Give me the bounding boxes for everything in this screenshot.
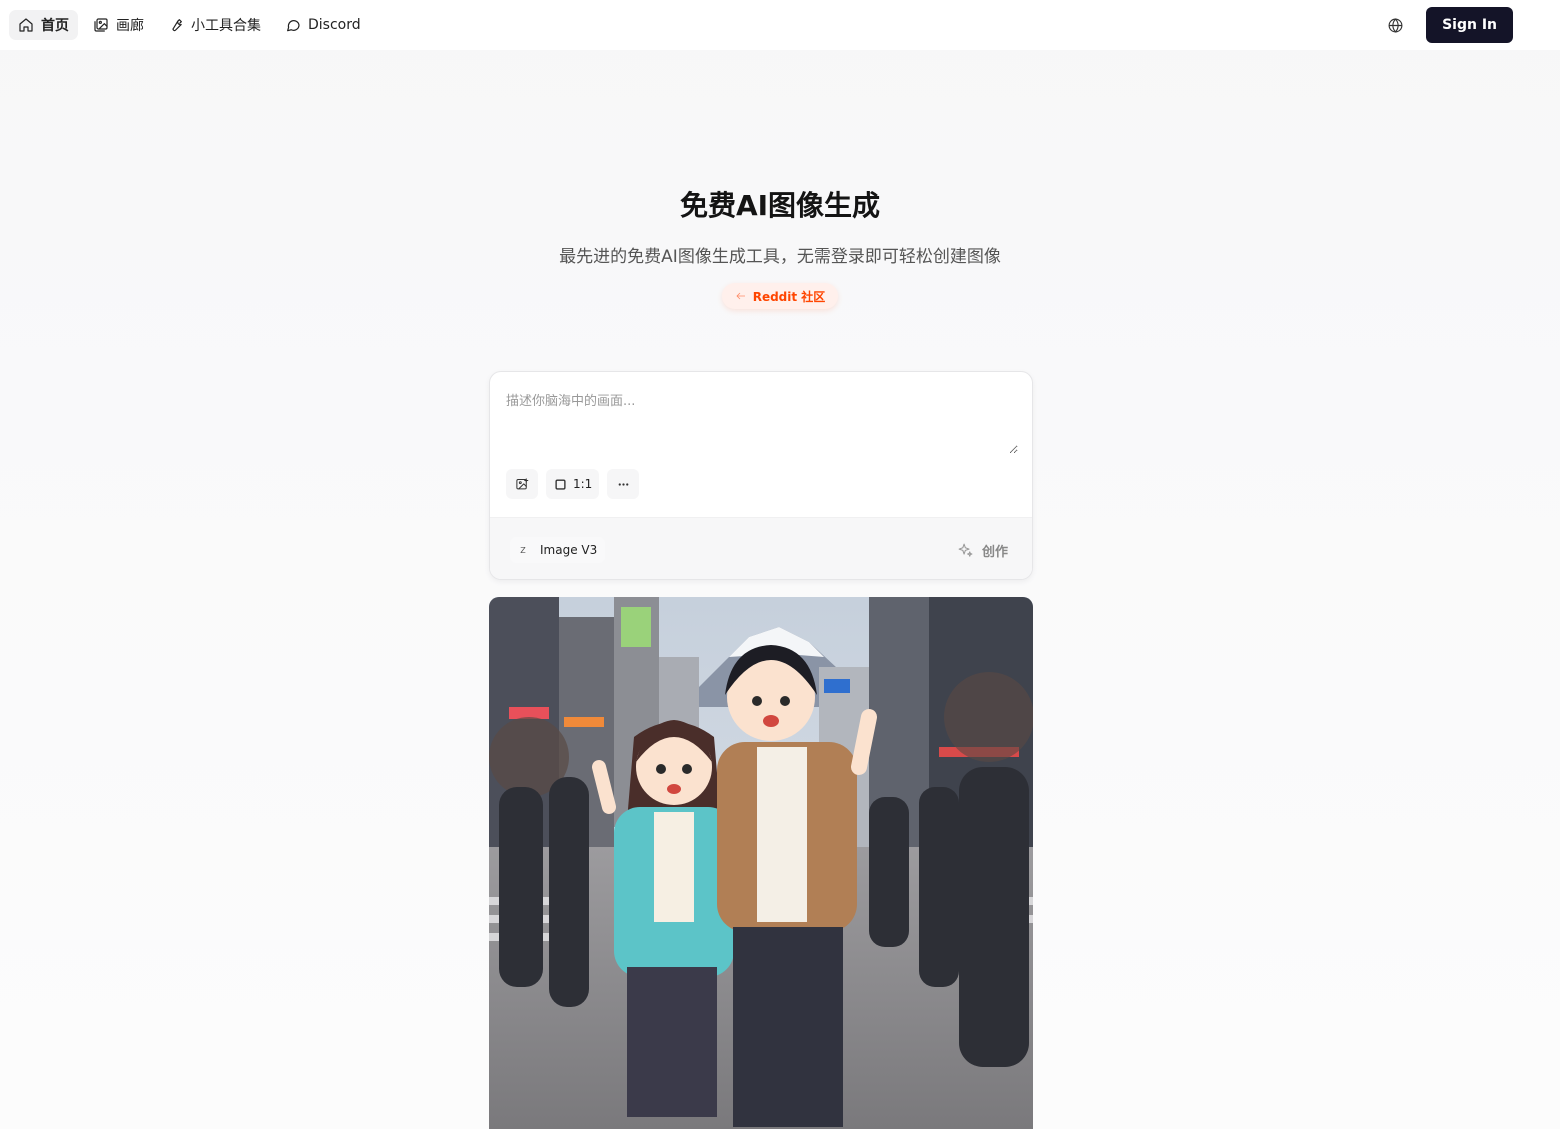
more-horizontal-icon — [618, 482, 629, 486]
aspect-ratio-button[interactable]: 1:1 — [546, 469, 600, 499]
image-edit-icon — [515, 477, 528, 489]
showcase-image — [489, 597, 1033, 1129]
nav-item-home[interactable]: 首页 — [9, 10, 78, 40]
reddit-community-badge[interactable]: Reddit 社区 — [721, 283, 839, 309]
wrench-icon — [172, 19, 182, 32]
aspect-ratio-label: 1:1 — [573, 477, 593, 491]
page-subtitle: 最先进的免费AI图像生成工具，无需登录即可轻松创建图像 — [559, 247, 1001, 267]
more-options-button[interactable] — [607, 469, 640, 499]
language-switcher[interactable] — [1380, 10, 1410, 40]
create-label: 创作 — [981, 544, 1008, 560]
arrow-left-icon — [736, 292, 745, 300]
create-button[interactable]: 创作 — [957, 537, 1008, 563]
prompt-toolbar: 1:1 — [506, 469, 640, 499]
model-logo-icon: Z — [520, 545, 526, 555]
showcase-illustration — [489, 597, 1033, 1129]
nav-item-label: 画廊 — [116, 18, 144, 34]
nav-item-gallery[interactable]: 画廊 — [84, 10, 153, 40]
square-icon — [555, 478, 566, 490]
upload-image-button[interactable] — [506, 469, 538, 499]
top-navigation-bar: 首页 画廊 小工具合集 Discord Sign In — [0, 0, 1560, 50]
reddit-community-label: Reddit 社区 — [752, 289, 826, 304]
nav-item-tools[interactable]: 小工具合集 — [159, 10, 270, 40]
globe-icon — [1388, 17, 1403, 33]
model-selector[interactable]: Z Image V3 — [510, 537, 606, 563]
sparkles-icon — [958, 543, 973, 557]
nav-item-label: 首页 — [41, 18, 69, 34]
main-nav: 首页 画廊 小工具合集 Discord — [9, 10, 370, 40]
page-title: 免费AI图像生成 — [679, 189, 881, 222]
chat-bubble-icon — [287, 20, 300, 32]
sign-in-button[interactable]: Sign In — [1426, 7, 1513, 43]
gallery-icon — [94, 18, 108, 32]
home-icon — [19, 18, 33, 32]
nav-item-label: Discord — [308, 17, 361, 33]
badge-container: Reddit 社区 — [0, 283, 1560, 309]
prompt-card-footer: Z Image V3 创作 — [490, 517, 1032, 579]
prompt-input[interactable] — [506, 390, 1018, 454]
prompt-card: 1:1 Z Image V3 创作 — [489, 371, 1033, 580]
nav-item-discord[interactable]: Discord — [276, 10, 370, 40]
model-name: Image V3 — [540, 543, 598, 557]
header-actions: Sign In — [1380, 7, 1513, 43]
nav-item-label: 小工具合集 — [191, 18, 261, 34]
